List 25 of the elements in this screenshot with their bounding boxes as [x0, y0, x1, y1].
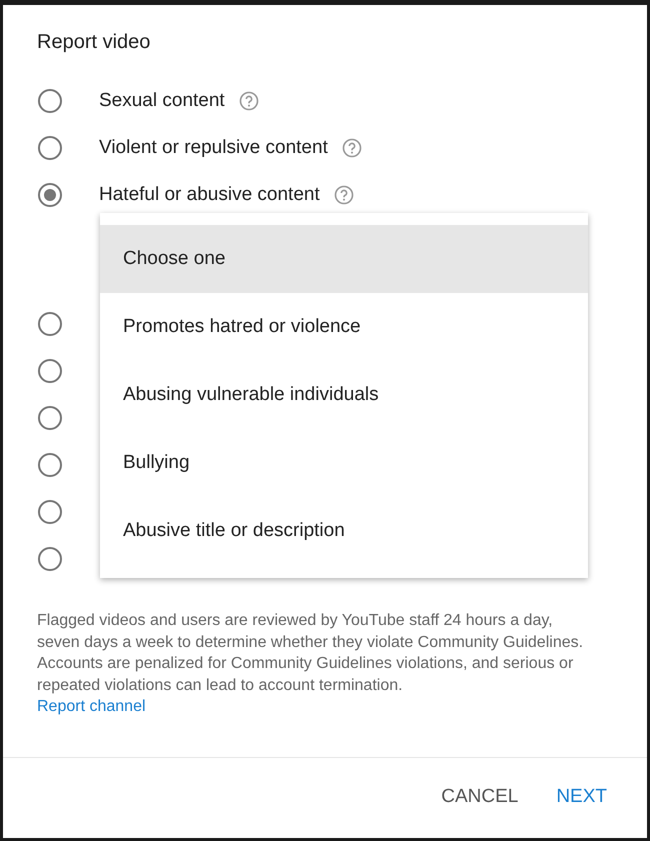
cancel-button[interactable]: CANCEL [427, 778, 532, 816]
help-icon[interactable] [238, 90, 259, 110]
report-channel-link[interactable]: Report channel [37, 698, 146, 716]
radio-button[interactable] [38, 312, 62, 336]
option-label[interactable]: Hateful or abusive content [99, 184, 320, 206]
radio-button[interactable] [38, 406, 62, 430]
option-label[interactable]: Sexual content [99, 90, 225, 112]
radio-button[interactable] [38, 452, 62, 476]
menu-item[interactable]: Promotes hatred or violence [100, 293, 588, 361]
menu-item[interactable]: Abusing vulnerable individuals [100, 361, 588, 429]
radio-button[interactable] [38, 136, 62, 160]
radio-button[interactable] [38, 88, 62, 112]
radio-button[interactable] [38, 546, 62, 570]
menu-item[interactable]: Bullying [100, 429, 588, 497]
notice-text: Flagged videos and users are reviewed by YouTube staff 24 hours a day, seven days a week to determine whether they violate Community Guidelines. Accounts are penalized for Community Guidelines violations, and serious or repeated violations can lead to account termination. [37, 611, 584, 696]
option-label[interactable]: Violent or repulsive content [99, 136, 328, 158]
radio-button[interactable] [38, 358, 62, 382]
menu-item[interactable]: Choose one [100, 225, 588, 293]
radio-button[interactable] [38, 500, 62, 524]
help-icon[interactable] [342, 138, 362, 158]
menu-item[interactable]: Abusive title or description [100, 497, 588, 565]
help-icon[interactable] [334, 184, 354, 204]
next-button[interactable]: NEXT [542, 778, 621, 816]
dialog-title: Report video [37, 31, 152, 55]
radio-button[interactable] [38, 182, 62, 206]
